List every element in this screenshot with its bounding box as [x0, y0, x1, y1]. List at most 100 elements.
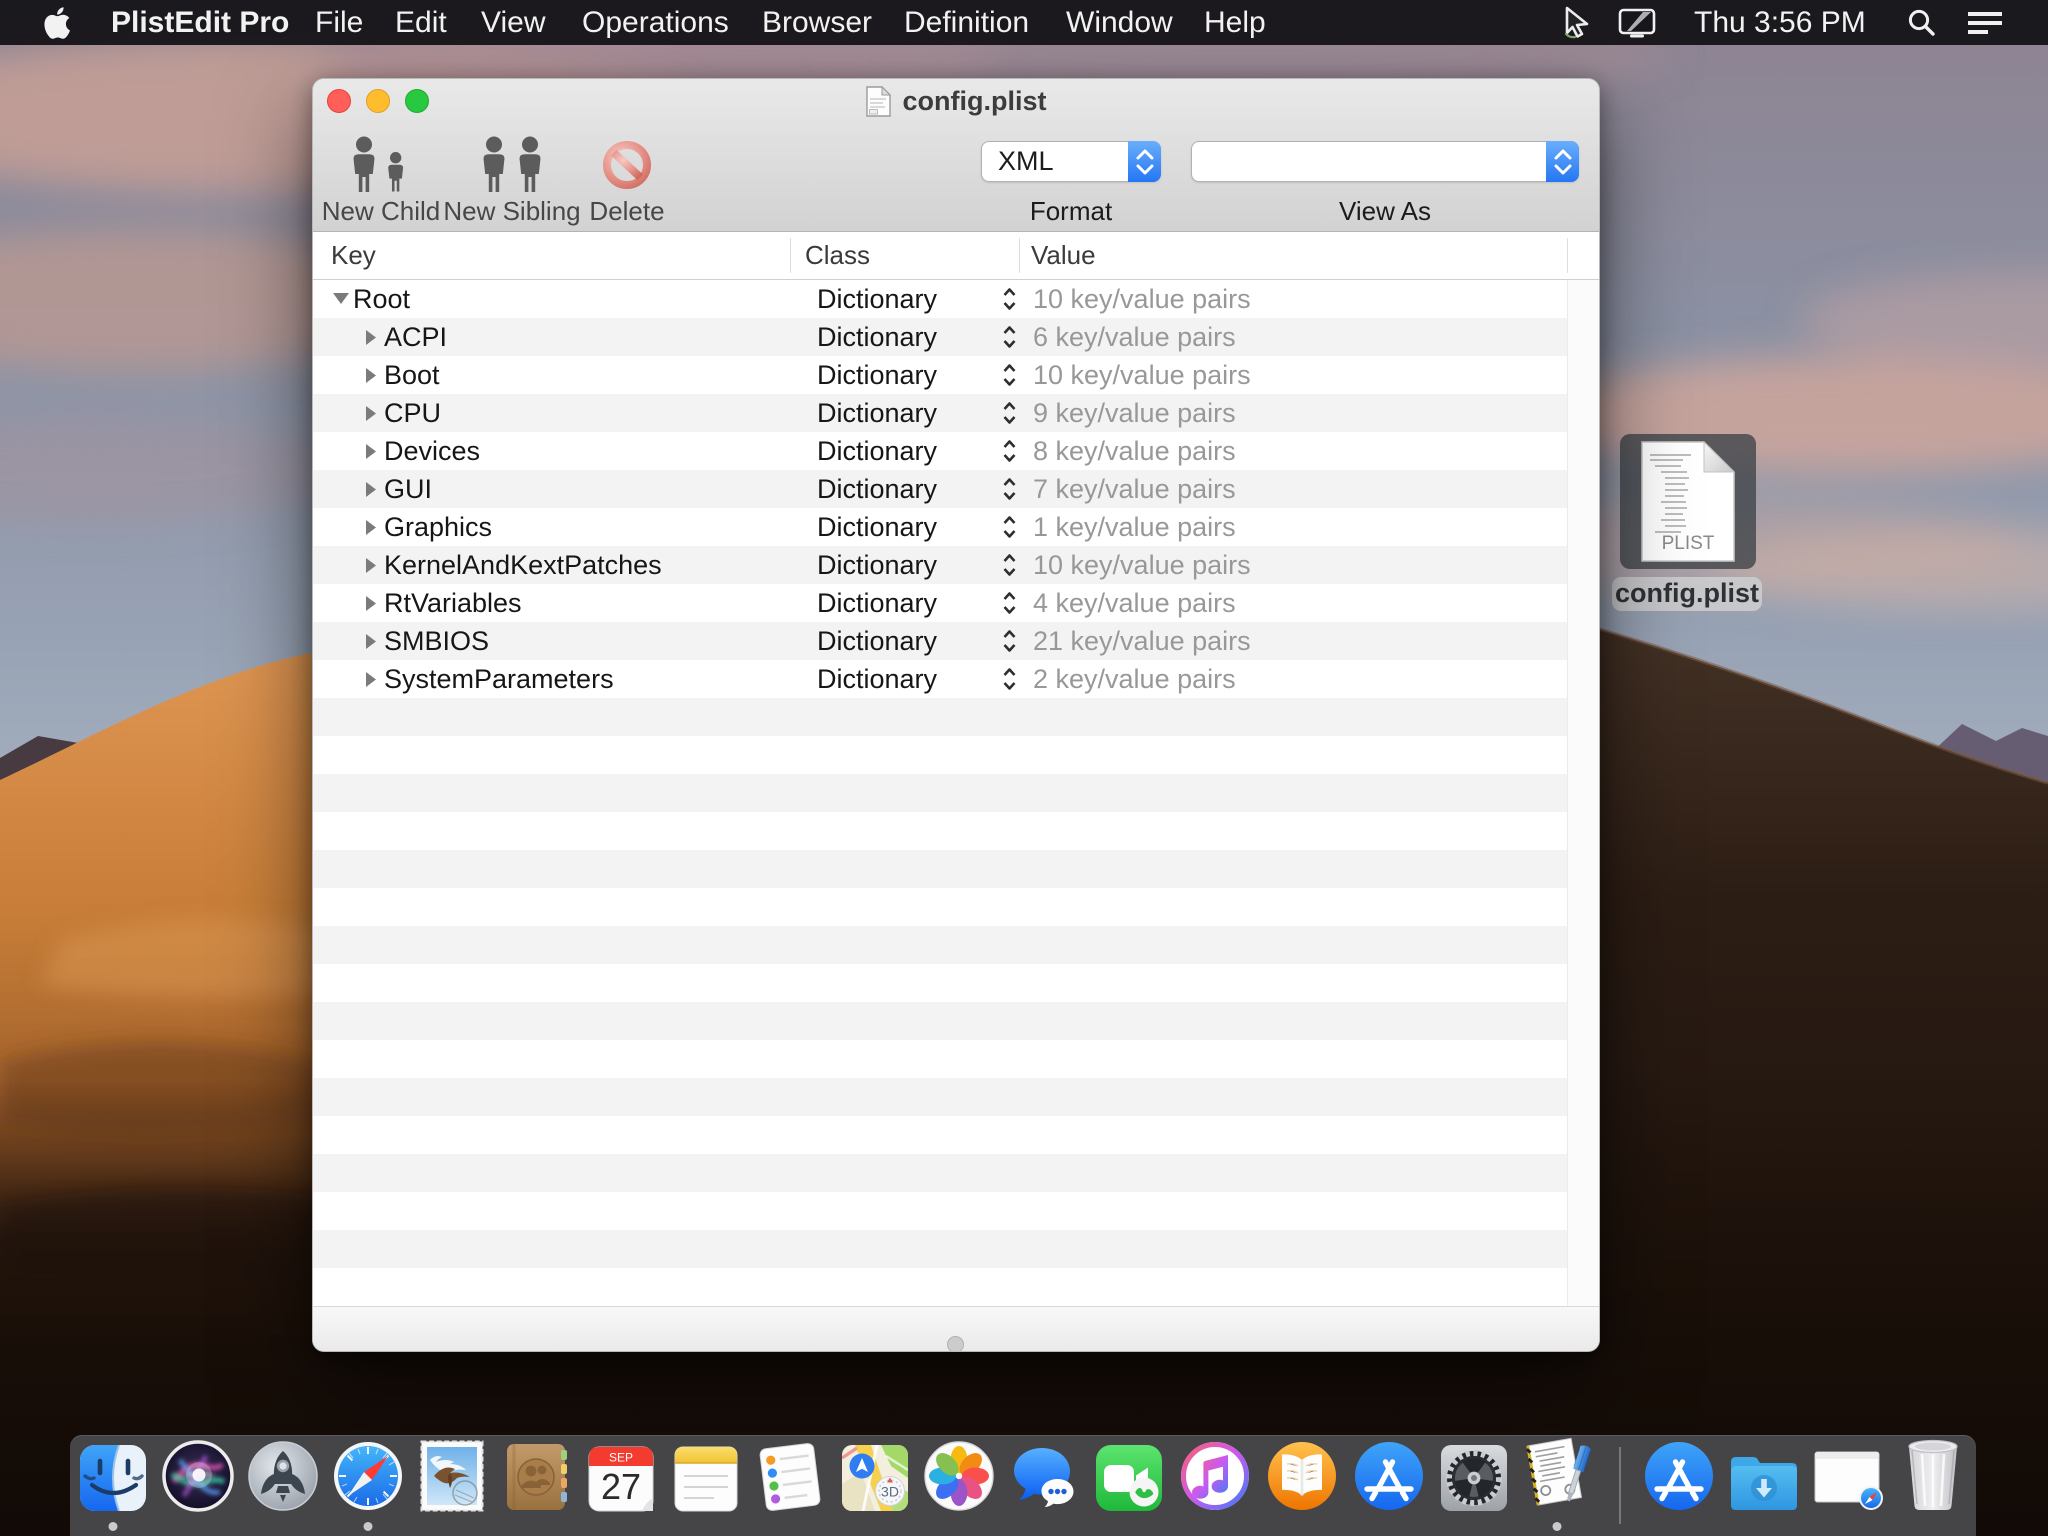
menu-window[interactable]: Window [1066, 0, 1173, 45]
column-header-value[interactable]: Value [1031, 232, 1096, 279]
value-stepper-icon[interactable] [1002, 287, 1017, 311]
cell-class: Dictionary [817, 660, 937, 698]
window-footer [313, 1306, 1599, 1352]
value-stepper-icon[interactable] [1002, 515, 1017, 539]
disclosure-triangle-collapsed[interactable] [365, 596, 377, 611]
disclosure-triangle-collapsed[interactable] [365, 672, 377, 687]
cell-class: Dictionary [817, 394, 937, 432]
table-row-ACPI[interactable]: ACPIDictionary6 key/value pairs [313, 318, 1567, 356]
table-row-Devices[interactable]: DevicesDictionary8 key/value pairs [313, 432, 1567, 470]
view-as-dropdown[interactable] [1191, 141, 1579, 182]
cell-key: Root [353, 280, 410, 318]
plistedit-window: config.plist New Child [312, 78, 1600, 1352]
cell-value: 2 key/value pairs [1033, 660, 1236, 698]
table-row-Root[interactable]: Root Dictionary 10 key/value pairs [313, 280, 1567, 318]
value-stepper-icon[interactable] [1002, 439, 1017, 463]
new-child-label: New Child [312, 196, 456, 227]
value-stepper-icon[interactable] [1002, 401, 1017, 425]
value-stepper-icon[interactable] [1002, 591, 1017, 615]
value-stepper-icon[interactable] [1002, 363, 1017, 387]
cell-key: Boot [384, 356, 440, 394]
table-row-Boot[interactable]: Boot Dictionary 10 key/value pairs [313, 356, 1567, 394]
window-title: config.plist [903, 86, 1047, 117]
cell-class: Dictionary [817, 622, 937, 660]
disclosure-triangle-collapsed[interactable] [365, 520, 377, 535]
menu-app-name[interactable]: PlistEdit Pro [111, 0, 289, 45]
table-header: Key Class Value [313, 232, 1599, 280]
delete-button[interactable]: Delete [552, 135, 702, 221]
disclosure-triangle-collapsed[interactable] [365, 482, 377, 497]
value-stepper-icon[interactable] [1002, 477, 1017, 501]
table-row-SMBIOS[interactable]: SMBIOS Dictionary 21 key/value pairs [313, 622, 1567, 660]
delete-icon [552, 135, 702, 193]
menu-help[interactable]: Help [1204, 0, 1266, 45]
plist-file-icon: PLIST [1641, 441, 1735, 562]
menu-file[interactable]: File [315, 0, 363, 45]
scrollbar-track[interactable] [1567, 280, 1600, 1306]
disclosure-triangle-collapsed[interactable] [365, 444, 377, 459]
cursor-icon[interactable] [1560, 0, 1594, 45]
cell-class: Dictionary [817, 432, 937, 470]
value-stepper-icon[interactable] [1002, 553, 1017, 577]
cell-key: GUI [384, 470, 432, 508]
menu-browser[interactable]: Browser [762, 0, 872, 45]
disclosure-triangle-collapsed[interactable] [365, 406, 377, 421]
value-stepper-icon[interactable] [1002, 629, 1017, 653]
cell-key: SMBIOS [384, 622, 489, 660]
apple-menu[interactable] [44, 0, 71, 45]
cell-value: 10 key/value pairs [1033, 280, 1251, 318]
format-caption: Format [981, 196, 1161, 227]
cell-value: 1 key/value pairs [1033, 508, 1236, 546]
column-header-class[interactable]: Class [805, 232, 870, 279]
menu-edit[interactable]: Edit [395, 0, 447, 45]
view-as-caption: View As [1191, 196, 1579, 227]
disclosure-triangle-collapsed[interactable] [365, 368, 377, 383]
disclosure-triangle-expanded[interactable] [333, 292, 349, 305]
column-separator[interactable] [1019, 238, 1020, 273]
cell-value: 21 key/value pairs [1033, 622, 1251, 660]
table-row-RtVariables[interactable]: RtVariablesDictionary4 key/value pairs [313, 584, 1567, 622]
notification-center-icon[interactable] [1966, 0, 2004, 45]
cell-value: 9 key/value pairs [1033, 394, 1236, 432]
menu-definition[interactable]: Definition [904, 0, 1029, 45]
table-row-GUI[interactable]: GUIDictionary7 key/value pairs [313, 470, 1567, 508]
window-chrome: config.plist New Child [313, 79, 1599, 232]
value-stepper-icon[interactable] [1002, 667, 1017, 691]
new-child-icon [312, 135, 456, 193]
display-icon[interactable] [1618, 0, 1656, 45]
new-child-button[interactable]: New Child [312, 135, 456, 221]
cell-value: 10 key/value pairs [1033, 356, 1251, 394]
cell-key: SystemParameters [384, 660, 614, 698]
menu-clock[interactable]: Thu 3:56 PM [1694, 0, 1866, 45]
cell-class: Dictionary [817, 356, 937, 394]
table-row-SystemParameters[interactable]: SystemParameters Dictionary 2 key/value pa… [313, 660, 1567, 698]
disclosure-triangle-collapsed[interactable] [365, 634, 377, 649]
table-row-KernelAndKextPatches[interactable]: KernelAndKextPatchesDictionary10 key/val… [313, 546, 1567, 584]
resize-handle-dot[interactable] [947, 1336, 964, 1352]
spotlight-icon[interactable] [1906, 0, 1938, 45]
table-row-CPU[interactable]: CPUDictionary9 key/value pairs [313, 394, 1567, 432]
format-stepper-icon [1128, 141, 1161, 182]
cell-value: 10 key/value pairs [1033, 546, 1251, 584]
cell-value: 7 key/value pairs [1033, 470, 1236, 508]
menu-view[interactable]: View [481, 0, 545, 45]
cell-class: Dictionary [817, 318, 937, 356]
cell-class: Dictionary [817, 508, 937, 546]
format-value: XML [998, 142, 1054, 181]
table-row-Graphics[interactable]: GraphicsDictionary1 key/value pairs [313, 508, 1567, 546]
disclosure-triangle-collapsed[interactable] [365, 330, 377, 345]
column-header-key[interactable]: Key [331, 232, 376, 279]
cell-key: Devices [384, 432, 480, 470]
disclosure-triangle-collapsed[interactable] [365, 558, 377, 573]
cell-class: Dictionary [817, 584, 937, 622]
format-dropdown[interactable]: XML [981, 141, 1161, 182]
cell-class: Dictionary [817, 280, 937, 318]
dock [70, 1435, 1976, 1536]
title-group: config.plist [313, 79, 1599, 123]
table-body: RootDictionary10 key/value pairsACPIDict… [313, 280, 1567, 1306]
value-stepper-icon[interactable] [1002, 325, 1017, 349]
column-separator[interactable] [790, 238, 791, 273]
cell-key: KernelAndKextPatches [384, 546, 662, 584]
desktop: PlistEdit Pro File Edit View Operations … [0, 0, 2048, 1536]
menu-operations[interactable]: Operations [582, 0, 729, 45]
